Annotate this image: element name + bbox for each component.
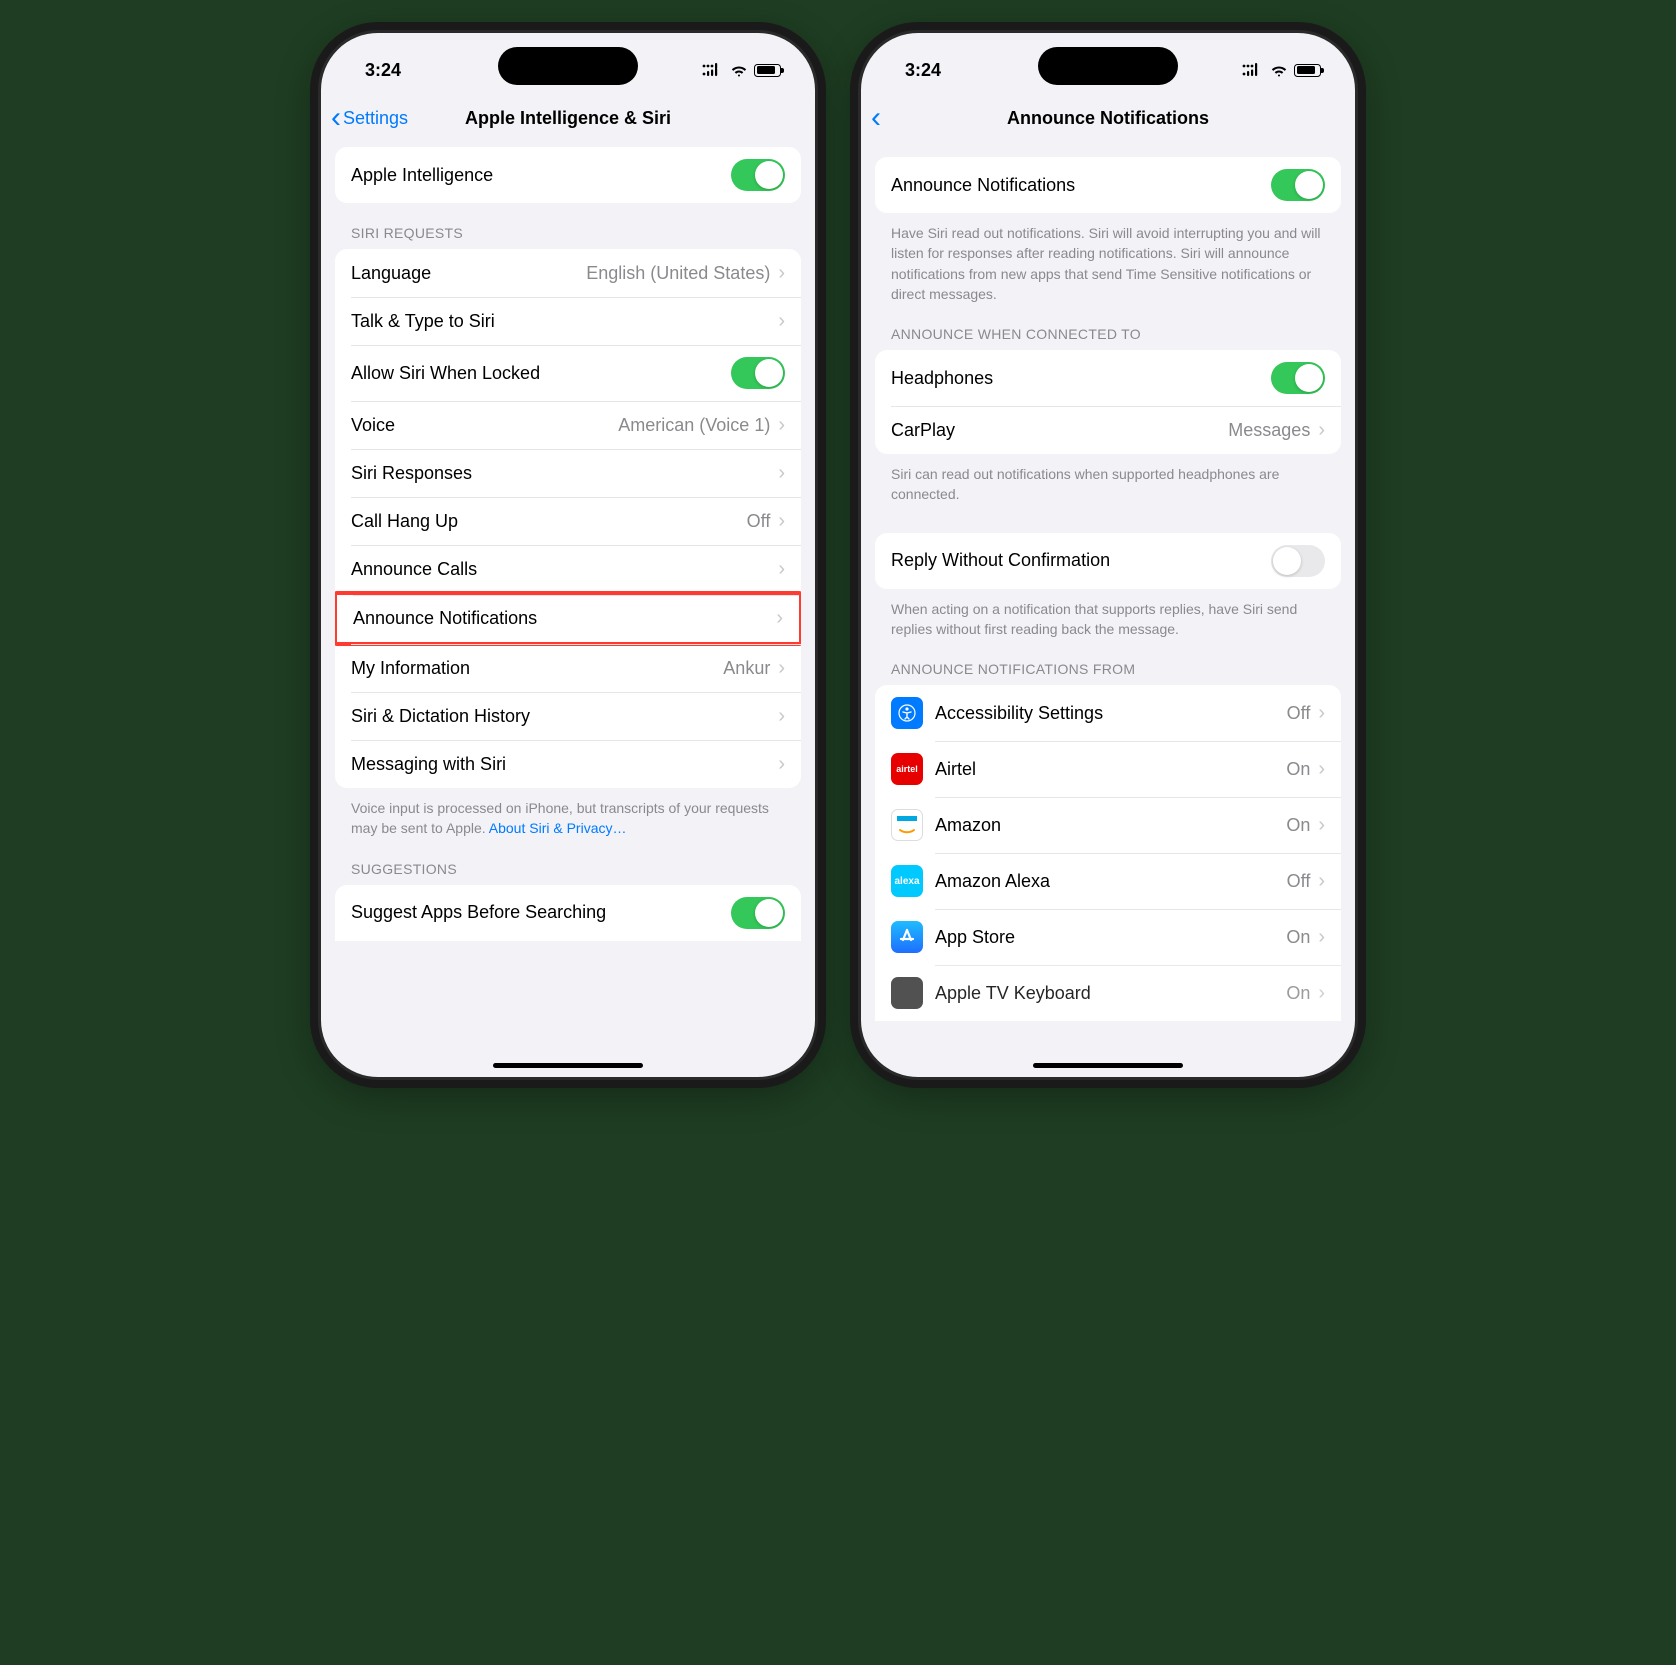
section-footer-announce: Have Siri read out notifications. Siri w… <box>875 213 1341 304</box>
row-headphones[interactable]: Headphones <box>875 350 1341 406</box>
section-header-suggestions: SUGGESTIONS <box>335 839 801 885</box>
page-title: Apple Intelligence & Siri <box>465 108 671 129</box>
chevron-right-icon: › <box>776 607 783 630</box>
row-app-amazon[interactable]: Amazon On› <box>875 797 1341 853</box>
chevron-right-icon: › <box>778 558 785 581</box>
row-voice[interactable]: Voice American (Voice 1)› <box>335 401 801 449</box>
appstore-icon <box>891 921 923 953</box>
row-app-apple-tv-keyboard[interactable]: Apple TV Keyboard On› <box>875 965 1341 1021</box>
alexa-icon: alexa <box>891 865 923 897</box>
amazon-icon <box>891 809 923 841</box>
section-footer: Voice input is processed on iPhone, but … <box>335 788 801 839</box>
phone-right: 3:24 ‹ Announce Notifications Announce N… <box>858 30 1358 1080</box>
row-siri-dictation-history[interactable]: Siri & Dictation History › <box>335 692 801 740</box>
wifi-icon <box>1270 64 1288 77</box>
row-app-amazon-alexa[interactable]: alexa Amazon Alexa Off› <box>875 853 1341 909</box>
toggle-reply-without-confirmation[interactable] <box>1271 545 1325 577</box>
chevron-right-icon: › <box>1318 982 1325 1005</box>
status-time: 3:24 <box>365 60 401 81</box>
section-header-announce-from: ANNOUNCE NOTIFICATIONS FROM <box>875 639 1341 685</box>
toggle-headphones[interactable] <box>1271 362 1325 394</box>
chevron-right-icon: › <box>778 510 785 533</box>
chevron-left-icon: ‹ <box>871 103 881 133</box>
row-talk-type-siri[interactable]: Talk & Type to Siri › <box>335 297 801 345</box>
row-siri-responses[interactable]: Siri Responses › <box>335 449 801 497</box>
dynamic-island <box>1038 47 1178 85</box>
section-footer-reply: When acting on a notification that suppo… <box>875 589 1341 640</box>
cellular-icon <box>1242 63 1264 77</box>
row-my-information[interactable]: My Information Ankur› <box>335 644 801 692</box>
row-announce-calls[interactable]: Announce Calls › <box>335 545 801 593</box>
toggle-apple-intelligence[interactable] <box>731 159 785 191</box>
back-button[interactable]: ‹ <box>871 103 883 133</box>
chevron-right-icon: › <box>778 705 785 728</box>
row-reply-without-confirmation[interactable]: Reply Without Confirmation <box>875 533 1341 589</box>
toggle-allow-siri-locked[interactable] <box>731 357 785 389</box>
chevron-right-icon: › <box>778 462 785 485</box>
row-app-app-store[interactable]: App Store On› <box>875 909 1341 965</box>
row-announce-notifications-main[interactable]: Announce Notifications <box>875 157 1341 213</box>
page-title: Announce Notifications <box>1007 108 1209 129</box>
row-announce-notifications[interactable]: Announce Notifications › <box>335 591 801 646</box>
section-header-siri-requests: SIRI REQUESTS <box>335 203 801 249</box>
wifi-icon <box>730 64 748 77</box>
toggle-announce-notifications[interactable] <box>1271 169 1325 201</box>
back-label: Settings <box>343 108 408 129</box>
nav-bar: ‹ Announce Notifications <box>861 93 1355 143</box>
section-footer-headphones: Siri can read out notifications when sup… <box>875 454 1341 505</box>
chevron-right-icon: › <box>778 414 785 437</box>
toggle-suggest-apps[interactable] <box>731 897 785 929</box>
chevron-right-icon: › <box>778 262 785 285</box>
about-siri-privacy-link[interactable]: About Siri & Privacy… <box>489 820 627 836</box>
chevron-right-icon: › <box>1318 926 1325 949</box>
phone-left: 3:24 ‹ Settings Apple Intelligence & Sir… <box>318 30 818 1080</box>
row-allow-siri-locked[interactable]: Allow Siri When Locked <box>335 345 801 401</box>
chevron-left-icon: ‹ <box>331 103 341 133</box>
row-apple-intelligence[interactable]: Apple Intelligence <box>335 147 801 203</box>
chevron-right-icon: › <box>778 657 785 680</box>
row-call-hang-up[interactable]: Call Hang Up Off› <box>335 497 801 545</box>
chevron-right-icon: › <box>1318 419 1325 442</box>
row-app-accessibility-settings[interactable]: Accessibility Settings Off› <box>875 685 1341 741</box>
row-app-airtel[interactable]: airtel Airtel On› <box>875 741 1341 797</box>
back-button[interactable]: ‹ Settings <box>331 103 408 133</box>
section-header-connected-to: ANNOUNCE WHEN CONNECTED TO <box>875 304 1341 350</box>
chevron-right-icon: › <box>778 753 785 776</box>
row-messaging-with-siri[interactable]: Messaging with Siri › <box>335 740 801 788</box>
chevron-right-icon: › <box>1318 702 1325 725</box>
home-indicator[interactable] <box>1033 1063 1183 1068</box>
airtel-icon: airtel <box>891 753 923 785</box>
cellular-icon <box>702 63 724 77</box>
chevron-right-icon: › <box>778 310 785 333</box>
row-label: Apple Intelligence <box>351 165 493 186</box>
battery-icon <box>754 64 781 77</box>
dynamic-island <box>498 47 638 85</box>
status-time: 3:24 <box>905 60 941 81</box>
home-indicator[interactable] <box>493 1063 643 1068</box>
battery-icon <box>1294 64 1321 77</box>
chevron-right-icon: › <box>1318 814 1325 837</box>
row-language[interactable]: Language English (United States)› <box>335 249 801 297</box>
nav-bar: ‹ Settings Apple Intelligence & Siri <box>321 93 815 143</box>
chevron-right-icon: › <box>1318 758 1325 781</box>
appletv-icon <box>891 977 923 1009</box>
row-carplay[interactable]: CarPlay Messages› <box>875 406 1341 454</box>
row-suggest-apps-before-searching[interactable]: Suggest Apps Before Searching <box>335 885 801 941</box>
accessibility-icon <box>891 697 923 729</box>
chevron-right-icon: › <box>1318 870 1325 893</box>
